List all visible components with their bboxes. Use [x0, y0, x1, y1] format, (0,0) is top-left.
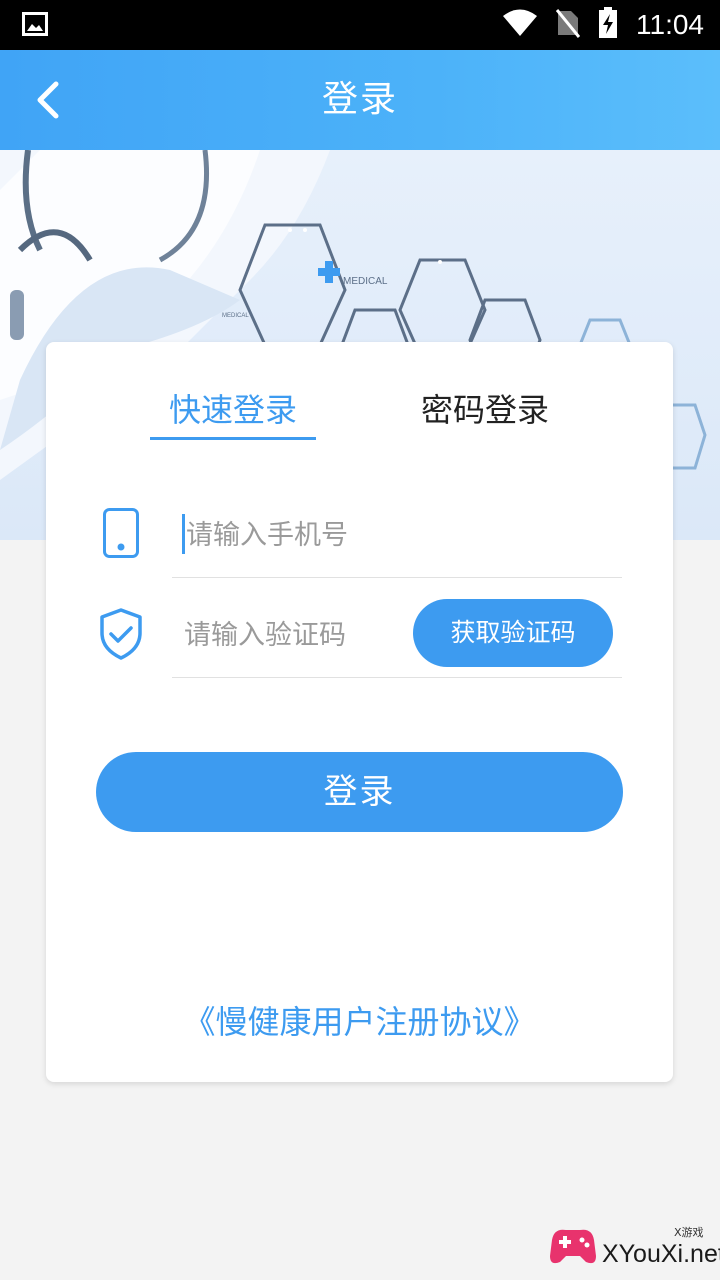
battery-charging-icon [598, 7, 618, 43]
status-bar: 11:04 [0, 0, 720, 50]
watermark-text: XYouXi.net [602, 1240, 720, 1268]
get-code-button[interactable]: 获取验证码 [413, 599, 613, 667]
login-button[interactable]: 登录 [96, 752, 623, 832]
status-time: 11:04 [636, 9, 704, 40]
active-tab-indicator [150, 437, 316, 440]
gamepad-icon [550, 1229, 596, 1264]
phone-input[interactable] [184, 512, 608, 558]
image-icon [22, 12, 48, 40]
watermark-small-text: X游戏 [674, 1226, 704, 1239]
app-bar: 登录 [0, 50, 720, 150]
page-title: 登录 [321, 79, 398, 120]
medical-label-1: MEDICAL [343, 276, 388, 287]
phone-divider [172, 577, 622, 578]
watermark: X游戏 XYouXi.net [546, 1222, 720, 1276]
medical-label-2: MEDICAL [222, 313, 249, 319]
phone-icon [102, 507, 140, 563]
no-sim-icon [555, 8, 581, 42]
user-agreement-link[interactable]: 《慢健康用户注册协议》 [46, 997, 673, 1043]
wifi-icon [502, 9, 538, 41]
login-card: 快速登录 密码登录 获取验证码 登录 《慢健康用户注册协议》 [46, 342, 673, 1082]
tab-quick-login[interactable]: 快速登录 [150, 382, 316, 438]
verification-code-input[interactable] [182, 612, 406, 658]
code-divider [172, 677, 622, 678]
tab-password-login[interactable]: 密码登录 [402, 382, 568, 438]
shield-check-icon [98, 607, 144, 665]
